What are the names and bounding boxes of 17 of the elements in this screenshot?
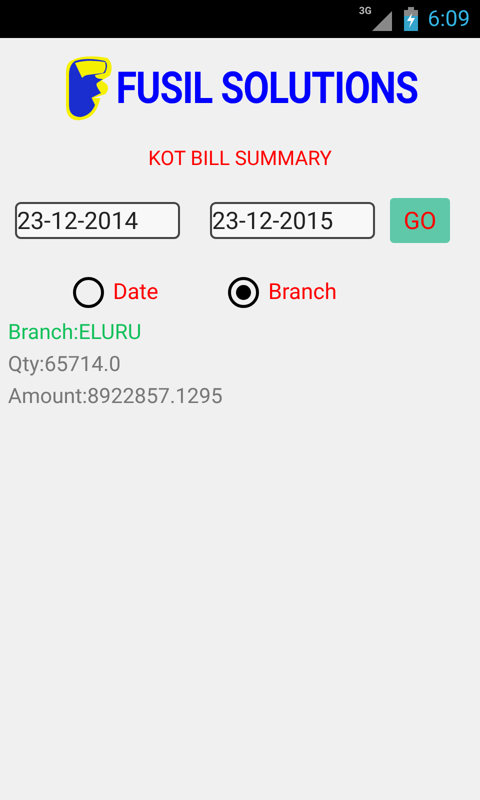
clock: 6:09 xyxy=(428,6,470,34)
page-title: KOT BILL SUMMARY xyxy=(148,145,332,172)
brand-name: FUSIL SOLUTIONS xyxy=(116,61,418,116)
from-date-field[interactable]: 23-12-2014 xyxy=(15,202,180,239)
radio-label[interactable]: Date xyxy=(113,276,158,309)
signal-icon xyxy=(372,9,392,31)
logo-icon xyxy=(65,55,113,121)
summary-value: Amount:8922857.1295 xyxy=(8,384,224,411)
radio-button[interactable] xyxy=(73,277,104,308)
summary-value: Qty:65714.0 xyxy=(8,352,122,379)
branch-label: Branch:ELURU xyxy=(8,320,142,347)
to-date-field[interactable]: 23-12-2015 xyxy=(210,202,375,239)
go-button[interactable]: GO xyxy=(390,198,450,243)
battery-icon xyxy=(404,7,418,31)
network-label: 3G xyxy=(359,5,372,19)
radio-button[interactable] xyxy=(228,277,260,308)
radio-label[interactable]: Branch xyxy=(268,276,337,309)
